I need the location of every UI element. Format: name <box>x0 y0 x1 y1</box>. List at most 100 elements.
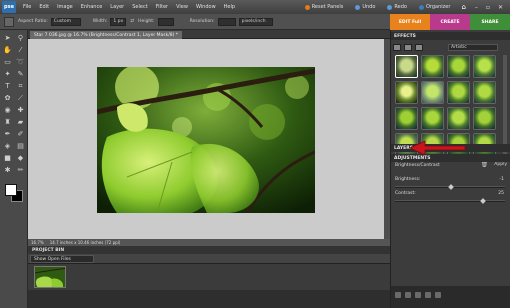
contrast-slider-knob[interactable] <box>480 198 486 204</box>
healing-brush-tool-icon[interactable]: ✚ <box>15 105 26 115</box>
reset-panels-icon <box>304 4 310 10</box>
filters-icon[interactable] <box>393 43 401 51</box>
contrast-slider[interactable] <box>395 198 505 204</box>
menu-image[interactable]: Image <box>53 4 77 10</box>
type-tool-icon[interactable]: T <box>2 81 13 91</box>
clone-stamp-tool-icon[interactable]: ♜ <box>2 117 13 127</box>
blur-tool-icon[interactable]: ◆ <box>15 153 26 163</box>
color-swatches[interactable] <box>5 184 25 204</box>
menu-help[interactable]: Help <box>220 4 239 10</box>
delete-icon[interactable] <box>425 292 431 298</box>
photo-effects-icon[interactable] <box>415 43 423 51</box>
reset-panels-button[interactable]: Reset Panels <box>300 4 349 10</box>
hand-tool-icon[interactable]: ✋ <box>2 45 13 55</box>
zoom-level[interactable]: 16.7% <box>31 240 44 245</box>
close-icon[interactable]: ✕ <box>495 4 506 11</box>
foreground-color-swatch[interactable] <box>5 184 17 196</box>
effect-thumbnail[interactable] <box>473 55 496 78</box>
menu-edit[interactable]: Edit <box>35 4 53 10</box>
canvas-area[interactable] <box>28 39 390 239</box>
eraser-tool-icon[interactable]: ▰ <box>15 117 26 127</box>
menu-layer[interactable]: Layer <box>106 4 128 10</box>
effect-thumbnail[interactable] <box>421 55 444 78</box>
marquee-tool-icon[interactable]: ▭ <box>2 57 13 67</box>
maximize-icon[interactable]: ▫ <box>483 4 493 11</box>
straighten-tool-icon[interactable]: ⟋ <box>15 93 26 103</box>
effects-scrollbar[interactable] <box>503 55 507 155</box>
redo-button[interactable]: Redo <box>382 4 412 10</box>
shape-tool-icon[interactable]: ■ <box>2 153 13 163</box>
menu-select[interactable]: Select <box>128 4 151 10</box>
lasso-tool-icon[interactable]: ➰ <box>15 57 26 67</box>
eye-icon[interactable] <box>405 292 411 298</box>
redo-icon <box>387 4 393 10</box>
effect-thumbnail[interactable] <box>473 81 496 104</box>
brightness-value[interactable]: -1 <box>500 177 505 182</box>
clip-icon[interactable] <box>395 292 401 298</box>
menu-filter[interactable]: Filter <box>152 4 172 10</box>
crop-tool-icon-box[interactable]: ⌗ <box>15 81 26 91</box>
tab-share[interactable]: SHARE <box>470 14 510 30</box>
contrast-value[interactable]: 25 <box>498 191 504 196</box>
gradient-tool-icon[interactable]: ▤ <box>15 141 26 151</box>
move-tool-icon[interactable]: ➤ <box>2 33 13 43</box>
cookie-cutter-tool-icon[interactable]: ✿ <box>2 93 13 103</box>
brush-tool-icon[interactable]: ✒ <box>2 129 13 139</box>
brightness-slider[interactable] <box>395 184 505 190</box>
zoom-tool-icon[interactable]: ⚲ <box>15 33 26 43</box>
effect-thumbnail[interactable] <box>447 55 470 78</box>
document-tab[interactable]: Star 7 036.jpg @ 16.7% (Brightness/Contr… <box>30 31 183 39</box>
organizer-label: Organizer <box>425 4 451 10</box>
layer-styles-icon[interactable] <box>404 43 412 51</box>
effect-thumbnail[interactable] <box>395 107 418 130</box>
photo-leaves[interactable] <box>97 67 315 213</box>
red-arrow-annotation <box>409 140 466 156</box>
smart-brush-tool-icon[interactable]: ✐ <box>15 129 26 139</box>
apply-button[interactable]: Apply <box>494 162 507 167</box>
home-icon[interactable]: ⌂ <box>457 3 469 11</box>
selection-brush-tool-icon[interactable]: ✎ <box>15 69 26 79</box>
effects-category-select[interactable]: Artistic <box>448 43 498 51</box>
pencil-tool-icon[interactable]: ✏ <box>15 165 26 175</box>
effect-thumbnail[interactable] <box>447 107 470 130</box>
paint-bucket-tool-icon[interactable]: ◈ <box>2 141 13 151</box>
swap-icon[interactable]: ⇄ <box>130 19 134 24</box>
project-bin-header[interactable]: PROJECT BIN <box>28 246 390 254</box>
project-bin-toolbar: Show Open Files <box>28 254 390 264</box>
organizer-button[interactable]: Organizer <box>414 4 455 10</box>
aspect-ratio-select[interactable]: Custom <box>50 17 81 26</box>
minimize-icon[interactable]: – <box>472 4 481 11</box>
menu-window[interactable]: Window <box>192 4 220 10</box>
document-size: 14.7 inches x 10.46 inches (72 ppi) <box>49 240 121 245</box>
brightness-slider-knob[interactable] <box>448 184 454 190</box>
effect-thumbnail[interactable] <box>395 55 418 78</box>
menu-enhance[interactable]: Enhance <box>77 4 107 10</box>
toggle-icon[interactable] <box>435 292 441 298</box>
thumbnail-image <box>35 267 65 287</box>
effect-thumbnail[interactable] <box>447 81 470 104</box>
project-bin-thumbnail[interactable] <box>34 266 66 288</box>
magic-wand-tool-icon[interactable]: ✦ <box>2 69 13 79</box>
tab-edit[interactable]: EDIT Full <box>390 14 430 30</box>
crop-tool-icon[interactable] <box>4 16 14 27</box>
reset-icon[interactable] <box>415 292 421 298</box>
width-field[interactable]: 1 px <box>110 17 127 26</box>
resolution-field[interactable] <box>217 17 236 26</box>
effect-thumbnail[interactable] <box>395 81 418 104</box>
undo-button[interactable]: Undo <box>350 4 380 10</box>
show-open-files-select[interactable]: Show Open Files <box>30 255 94 263</box>
undo-label: Undo <box>362 4 376 10</box>
resolution-unit-select[interactable]: pixels/inch <box>238 17 273 26</box>
bottom-strip <box>28 290 390 308</box>
effect-thumbnail[interactable] <box>421 107 444 130</box>
tab-create[interactable]: CREATE <box>430 14 470 30</box>
eyedropper-tool-icon[interactable]: ⁄ <box>15 45 26 55</box>
sponge-tool-icon[interactable]: ✱ <box>2 165 13 175</box>
height-field[interactable] <box>157 17 174 26</box>
effect-thumbnail[interactable] <box>421 81 444 104</box>
red-eye-tool-icon[interactable]: ◉ <box>2 105 13 115</box>
effect-thumbnail[interactable] <box>473 107 496 130</box>
menu-view[interactable]: View <box>172 4 192 10</box>
effects-panel-header[interactable]: EFFECTS <box>391 32 510 40</box>
menu-file[interactable]: File <box>19 4 35 10</box>
